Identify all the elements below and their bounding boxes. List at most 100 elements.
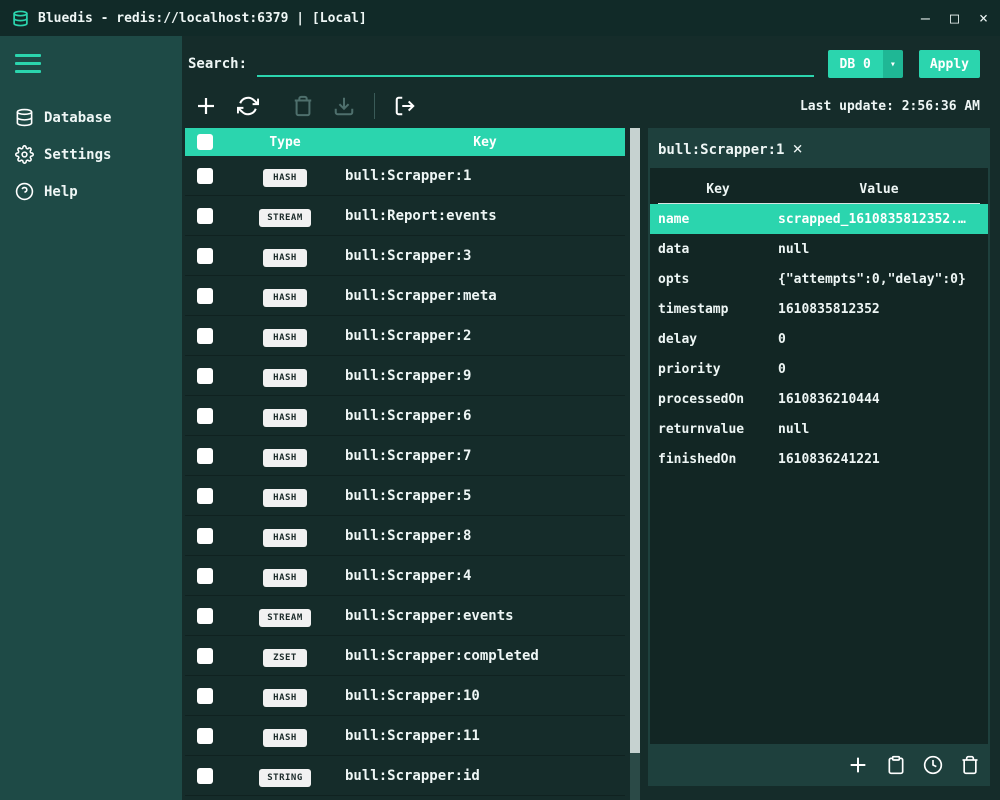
field-key: name: [658, 212, 778, 227]
ttl-clock-icon[interactable]: [923, 755, 943, 775]
key-name: bull:Scrapper:2: [345, 328, 625, 344]
close-detail-icon[interactable]: ×: [792, 141, 802, 158]
type-badge: STREAM: [259, 209, 311, 227]
detail-row[interactable]: delay 0: [650, 324, 988, 354]
detail-row[interactable]: processedOn 1610836210444: [650, 384, 988, 414]
field-key: timestamp: [658, 302, 778, 317]
table-row[interactable]: HASH bull:Scrapper:4: [185, 556, 625, 596]
select-all-checkbox[interactable]: [197, 134, 213, 150]
detail-list: name scrapped_1610835812352.… data null …: [650, 204, 988, 474]
table-row[interactable]: HASH bull:Scrapper:11: [185, 716, 625, 756]
close-icon[interactable]: ×: [979, 11, 988, 26]
table-row[interactable]: STREAM bull:Report:events: [185, 196, 625, 236]
toolbar: Last update: 2:56:36 AM: [182, 82, 1000, 128]
table-row[interactable]: HASH bull:Scrapper:10: [185, 676, 625, 716]
sidebar-item-help[interactable]: Help: [0, 173, 182, 210]
table-row[interactable]: HASH bull:Scrapper:3: [185, 236, 625, 276]
row-checkbox[interactable]: [197, 568, 213, 584]
sidebar: Database Settings Help: [0, 36, 182, 800]
table-row[interactable]: HASH bull:Scrapper:5: [185, 476, 625, 516]
apply-button[interactable]: Apply: [919, 50, 980, 78]
help-circle-icon: [15, 182, 34, 201]
key-table-scrollbar: [630, 128, 640, 800]
delete-key-icon[interactable]: [960, 755, 980, 775]
row-checkbox[interactable]: [197, 328, 213, 344]
window-title: Bluedis - redis://localhost:6379 | [Loca…: [38, 11, 367, 26]
sidebar-item-database[interactable]: Database: [0, 99, 182, 136]
row-checkbox[interactable]: [197, 408, 213, 424]
row-checkbox[interactable]: [197, 168, 213, 184]
field-key: processedOn: [658, 392, 778, 407]
key-name: bull:Scrapper:meta: [345, 288, 625, 304]
field-key: opts: [658, 272, 778, 287]
type-badge: HASH: [263, 409, 307, 427]
table-row[interactable]: HASH bull:Scrapper:meta: [185, 276, 625, 316]
refresh-icon[interactable]: [237, 95, 259, 117]
row-checkbox[interactable]: [197, 728, 213, 744]
table-row[interactable]: HASH bull:Scrapper:2: [185, 316, 625, 356]
row-checkbox[interactable]: [197, 208, 213, 224]
type-badge: STRING: [259, 769, 311, 787]
detail-row[interactable]: priority 0: [650, 354, 988, 384]
add-field-icon[interactable]: [847, 754, 869, 776]
menu-toggle-icon[interactable]: [15, 54, 41, 73]
search-input[interactable]: [257, 51, 814, 77]
maximize-icon[interactable]: □: [950, 11, 959, 26]
row-checkbox[interactable]: [197, 368, 213, 384]
key-name: bull:Scrapper:id: [345, 768, 625, 784]
detail-row[interactable]: opts {"attempts":0,"delay":0}: [650, 264, 988, 294]
table-row[interactable]: HASH bull:Scrapper:1: [185, 156, 625, 196]
table-row[interactable]: STRING bull:Scrapper:id: [185, 756, 625, 796]
minimize-icon[interactable]: –: [921, 11, 930, 26]
key-name: bull:Scrapper:5: [345, 488, 625, 504]
field-value: 1610836241221: [778, 452, 980, 467]
key-name: bull:Scrapper:8: [345, 528, 625, 544]
detail-table-header: Key Value: [658, 176, 980, 204]
key-name: bull:Scrapper:4: [345, 568, 625, 584]
detail-row[interactable]: data null: [650, 234, 988, 264]
sidebar-item-settings[interactable]: Settings: [0, 136, 182, 173]
row-checkbox[interactable]: [197, 488, 213, 504]
type-badge: HASH: [263, 329, 307, 347]
detail-row[interactable]: name scrapped_1610835812352.…: [650, 204, 988, 234]
key-name: bull:Scrapper:completed: [345, 648, 625, 664]
type-badge: HASH: [263, 529, 307, 547]
key-table: Type Key HASH bull:Scrapper:1 STREAM bul…: [185, 128, 625, 800]
row-checkbox[interactable]: [197, 248, 213, 264]
detail-row[interactable]: finishedOn 1610836241221: [650, 444, 988, 474]
table-row[interactable]: HASH bull:Scrapper:6: [185, 396, 625, 436]
row-checkbox[interactable]: [197, 768, 213, 784]
row-checkbox[interactable]: [197, 288, 213, 304]
detail-row[interactable]: returnvalue null: [650, 414, 988, 444]
table-row[interactable]: HASH bull:Scrapper:7: [185, 436, 625, 476]
db-select[interactable]: DB 0 ▾: [828, 50, 903, 78]
download-icon[interactable]: [333, 95, 355, 117]
sidebar-item-label: Help: [44, 184, 78, 200]
table-row[interactable]: STREAM bull:Scrapper:events: [185, 596, 625, 636]
table-row[interactable]: HASH bull:Scrapper:8: [185, 516, 625, 556]
row-checkbox[interactable]: [197, 448, 213, 464]
row-checkbox[interactable]: [197, 648, 213, 664]
type-badge: STREAM: [259, 609, 311, 627]
type-column-header: Type: [225, 135, 345, 150]
type-badge: HASH: [263, 369, 307, 387]
type-badge: HASH: [263, 689, 307, 707]
scrollbar-thumb[interactable]: [630, 128, 640, 753]
copy-icon[interactable]: [886, 755, 906, 775]
row-checkbox[interactable]: [197, 608, 213, 624]
search-label: Search:: [188, 56, 247, 72]
table-row[interactable]: HASH bull:Scrapper:9: [185, 356, 625, 396]
detail-row[interactable]: timestamp 1610835812352: [650, 294, 988, 324]
field-value: 0: [778, 362, 980, 377]
detail-panel: bull:Scrapper:1 × Key Value name scrappe…: [648, 128, 990, 786]
delete-icon[interactable]: [292, 95, 314, 117]
detail-key-header: Key: [658, 182, 778, 197]
row-checkbox[interactable]: [197, 688, 213, 704]
table-row[interactable]: ZSET bull:Scrapper:completed: [185, 636, 625, 676]
export-icon[interactable]: [394, 95, 416, 117]
key-name: bull:Scrapper:6: [345, 408, 625, 424]
field-key: delay: [658, 332, 778, 347]
db-select-value: DB 0: [828, 50, 883, 78]
add-key-icon[interactable]: [194, 94, 218, 118]
row-checkbox[interactable]: [197, 528, 213, 544]
